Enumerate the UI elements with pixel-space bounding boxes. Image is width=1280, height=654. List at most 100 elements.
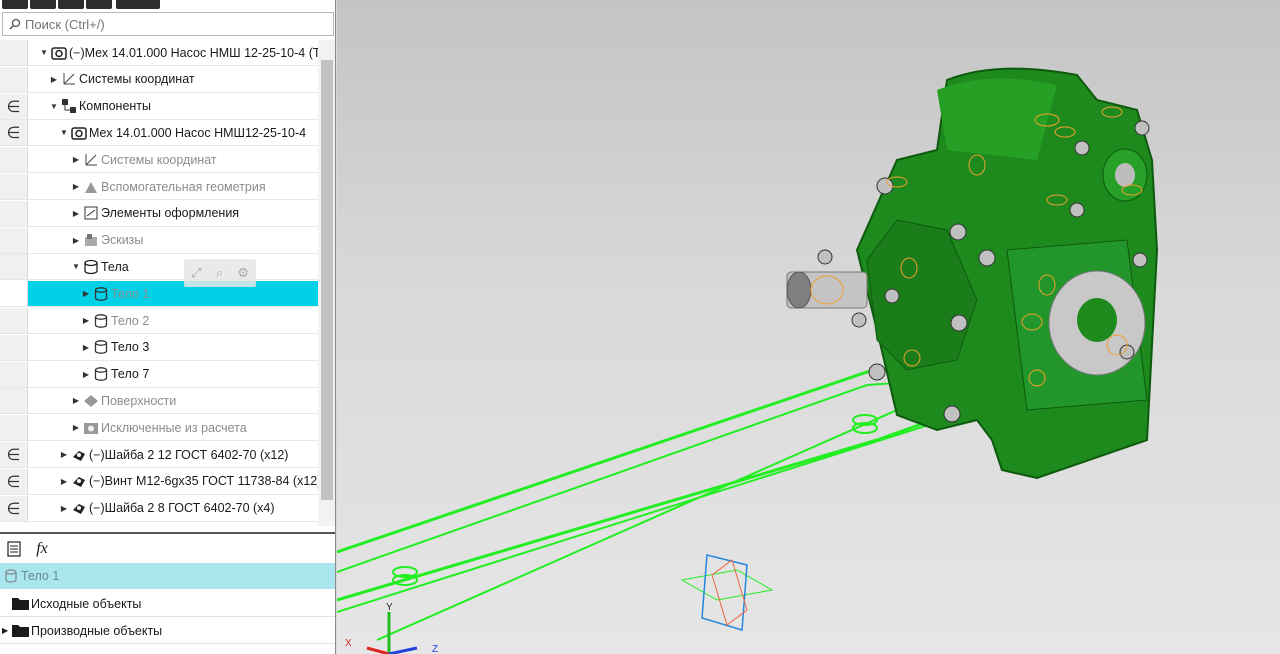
sketch-icon xyxy=(83,232,99,248)
expand-arrow-icon[interactable]: ▶ xyxy=(59,477,69,486)
gear-icon[interactable]: ⚙ xyxy=(237,265,249,281)
tree-item-body-1[interactable]: ▶ Тело 1 xyxy=(0,281,318,308)
membership-cell[interactable] xyxy=(0,254,28,280)
body-icon xyxy=(93,286,109,302)
expand-arrow-icon[interactable]: ▶ xyxy=(59,504,69,513)
tree-item-washer-12[interactable]: ∈ ▶ (−)Шайба 2 12 ГОСТ 6402-70 (x12) xyxy=(0,442,318,468)
membership-cell[interactable] xyxy=(0,147,28,173)
membership-cell[interactable]: ∈ xyxy=(0,442,28,467)
expand-arrow-icon[interactable]: ▶ xyxy=(71,423,81,432)
tree-item-label: Мех 14.01.000 Насос НМШ12-25-10-4 xyxy=(89,125,307,140)
expand-arrow-icon[interactable]: ▼ xyxy=(71,262,81,271)
expand-arrow-icon[interactable]: ▶ xyxy=(49,75,59,84)
expand-arrow-icon[interactable]: ▶ xyxy=(71,209,81,218)
tree-item-body-7[interactable]: ▶ Тело 7 xyxy=(0,361,318,388)
tree-item-bodies[interactable]: ▼ Тела xyxy=(0,254,318,281)
expand-arrow-icon[interactable]: ▼ xyxy=(39,48,49,57)
tree-item-label: (−)Шайба 2 8 ГОСТ 6402-70 (x4) xyxy=(89,501,275,516)
tree-item-aux-geometry[interactable]: ▶ Вспомогательная геометрия xyxy=(0,174,318,200)
membership-cell[interactable] xyxy=(0,308,28,333)
expand-arrow-icon[interactable]: ▶ xyxy=(59,450,69,459)
membership-cell[interactable]: ∈ xyxy=(0,495,28,521)
panel-splitter[interactable] xyxy=(0,532,335,534)
tree-item-label: Элементы оформления xyxy=(101,206,240,221)
fastener-icon xyxy=(71,447,87,463)
membership-cell[interactable] xyxy=(0,415,28,441)
tree-item-sketches[interactable]: ▶ Эскизы xyxy=(0,227,318,254)
tree-item-coordinate-systems[interactable]: ▶ Системы координат xyxy=(0,66,318,93)
membership-cell[interactable] xyxy=(0,361,28,387)
membership-cell[interactable] xyxy=(0,40,28,65)
tree-item-coordinate-systems-sub[interactable]: ▶ Системы координат xyxy=(0,147,318,174)
tree-item-label: (−)Шайба 2 12 ГОСТ 6402-70 (x12) xyxy=(89,447,289,462)
expand-arrow-icon[interactable]: ▶ xyxy=(2,626,12,635)
edit-sketch-icon[interactable]: ⤢ xyxy=(191,265,201,281)
membership-cell[interactable] xyxy=(0,66,28,92)
membership-cell[interactable] xyxy=(0,388,28,414)
coordinate-system-icon xyxy=(61,71,77,87)
tree-scrollbar[interactable] xyxy=(318,40,335,526)
membership-cell[interactable] xyxy=(0,200,28,226)
properties-tab-icon[interactable] xyxy=(0,537,28,561)
tree-history-icon[interactable] xyxy=(86,0,112,9)
tree-item-surfaces[interactable]: ▶ Поверхности xyxy=(0,388,318,415)
membership-cell[interactable] xyxy=(0,227,28,253)
source-objects-item[interactable]: Исходные объекты xyxy=(0,591,335,617)
tree-item-label: Компоненты xyxy=(79,99,152,114)
tree-structure-icon[interactable] xyxy=(30,0,56,9)
tree-item-screw-m12[interactable]: ∈ ▶ (−)Винт М12-6gx35 ГОСТ 11738-84 (x12) xyxy=(0,468,318,495)
search-icon xyxy=(9,18,21,30)
expand-arrow-icon[interactable]: ▶ xyxy=(71,396,81,405)
zoom-to-icon[interactable]: ⌕ xyxy=(216,265,223,281)
tree-item-components[interactable]: ∈ ▼ Компоненты xyxy=(0,93,318,120)
tree-item-excluded[interactable]: ▶ Исключенные из расчета xyxy=(0,415,318,442)
tree-settings-icon[interactable] xyxy=(116,0,160,9)
source-objects-label: Исходные объекты xyxy=(31,596,142,611)
membership-cell[interactable]: ∈ xyxy=(0,93,28,119)
expand-arrow-icon[interactable]: ▶ xyxy=(81,370,91,379)
tree-item-label: Вспомогательная геометрия xyxy=(101,179,266,194)
search-field[interactable] xyxy=(2,12,334,36)
bodies-icon xyxy=(83,259,99,275)
expand-arrow-icon[interactable]: ▶ xyxy=(81,343,91,352)
tree-item-label: Системы координат xyxy=(101,152,217,167)
tree-item-label: (−)Винт М12-6gx35 ГОСТ 11738-84 (x12) xyxy=(89,474,318,489)
properties-selected-object[interactable]: Тело 1 xyxy=(0,563,335,589)
tree-item-design-elements[interactable]: ▶ Элементы оформления xyxy=(0,200,318,227)
search-input[interactable] xyxy=(25,16,305,32)
tree-item-label: Эскизы xyxy=(101,233,144,248)
membership-cell[interactable] xyxy=(0,334,28,360)
body-icon xyxy=(93,313,109,329)
fastener-icon xyxy=(71,500,87,516)
scroll-thumb[interactable] xyxy=(321,60,333,500)
coordinate-system-icon xyxy=(83,152,99,168)
pump-model[interactable]: Y X Z xyxy=(337,0,1280,654)
expand-arrow-icon[interactable]: ▼ xyxy=(59,128,69,137)
tree-item-washer-8[interactable]: ∈ ▶ (−)Шайба 2 8 ГОСТ 6402-70 (x4) xyxy=(0,495,318,522)
3d-viewport[interactable]: Y X Z xyxy=(337,0,1280,654)
tree-item-label: (−)Мех 14.01.000 Насос НМШ 12-25-10-4 (Т… xyxy=(69,45,318,60)
expand-arrow-icon[interactable]: ▼ xyxy=(49,102,59,111)
context-mini-toolbar: ⤢ ⌕ ⚙ xyxy=(184,259,256,287)
derived-objects-item[interactable]: ▶ Производные объекты xyxy=(0,618,335,644)
expand-arrow-icon[interactable]: ▶ xyxy=(81,316,91,325)
tree-item-pump-assembly[interactable]: ∈ ▼ Мех 14.01.000 Насос НМШ12-25-10-4 xyxy=(0,120,318,147)
tree-root-assembly[interactable]: ▼ (−)Мех 14.01.000 Насос НМШ 12-25-10-4 (… xyxy=(0,40,318,66)
membership-cell[interactable]: ∈ xyxy=(0,120,28,146)
variables-tab-fx-icon[interactable]: fx xyxy=(28,537,56,561)
membership-cell[interactable]: ∈ xyxy=(0,468,28,494)
expand-arrow-icon[interactable]: ▶ xyxy=(71,236,81,245)
tree-item-label: Тело 2 xyxy=(111,313,150,328)
expand-arrow-icon[interactable]: ▶ xyxy=(71,155,81,164)
membership-cell[interactable] xyxy=(0,281,28,307)
model-tree: ▼ (−)Мех 14.01.000 Насос НМШ 12-25-10-4 (… xyxy=(0,40,335,526)
membership-cell[interactable] xyxy=(0,174,28,199)
tree-mode-icon[interactable] xyxy=(2,0,28,9)
tree-item-body-2[interactable]: ▶ Тело 2 xyxy=(0,308,318,334)
tree-item-label: Тела xyxy=(101,259,129,274)
tree-filter-icon[interactable] xyxy=(58,0,84,9)
folder-icon xyxy=(12,625,29,637)
expand-arrow-icon[interactable]: ▶ xyxy=(71,182,81,191)
tree-item-body-3[interactable]: ▶ Тело 3 xyxy=(0,334,318,361)
expand-arrow-icon[interactable]: ▶ xyxy=(81,289,91,298)
